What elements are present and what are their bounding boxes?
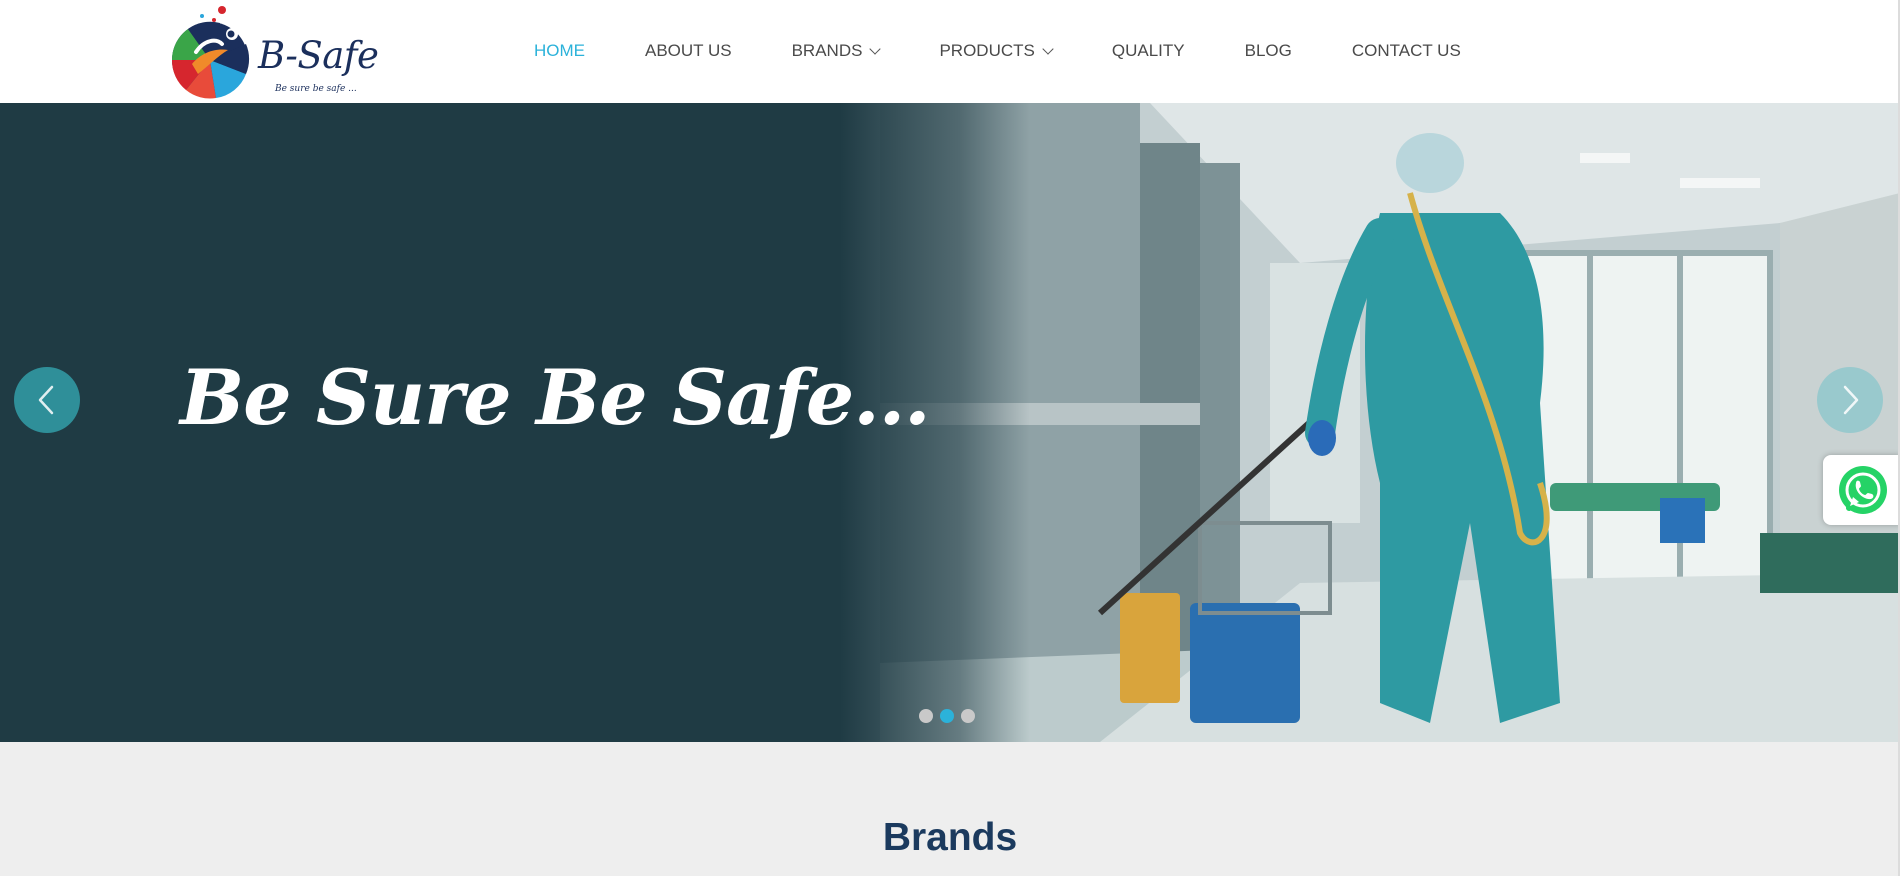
- nav-item-about-us[interactable]: ABOUT US: [645, 41, 732, 61]
- slider-dots: [919, 709, 982, 723]
- nav-item-brands[interactable]: BRANDS: [791, 41, 882, 61]
- slider-dot[interactable]: [961, 709, 975, 723]
- nav-item-label: BRANDS: [791, 41, 863, 60]
- chevron-down-icon: [1042, 42, 1054, 55]
- nav-item-blog[interactable]: BLOG: [1245, 41, 1292, 61]
- logo-wordmark: B-Safe: [258, 34, 379, 77]
- slider-prev-button[interactable]: [14, 367, 80, 433]
- nav-item-label: ABOUT US: [645, 41, 732, 60]
- nav-item-label: PRODUCTS: [939, 41, 1035, 60]
- nav-item-quality[interactable]: QUALITY: [1112, 41, 1185, 61]
- slider-dot[interactable]: [919, 709, 933, 723]
- slider-dot-active[interactable]: [940, 709, 954, 723]
- nav-item-home[interactable]: HOME: [534, 41, 585, 61]
- chevron-left-icon: [38, 385, 54, 415]
- nav-item-label: CONTACT US: [1351, 41, 1461, 60]
- nav-item-label: BLOG: [1244, 41, 1292, 60]
- hero-slider: Be Sure Be Safe...: [0, 103, 1900, 742]
- chevron-right-icon: [1843, 385, 1859, 415]
- main-nav: HOME ABOUT US BRANDS PRODUCTS QUALITY BL…: [534, 40, 1461, 62]
- chevron-down-icon: [869, 42, 882, 55]
- whatsapp-icon: [1839, 466, 1887, 514]
- brands-section: Brands: [0, 742, 1900, 876]
- whatsapp-button[interactable]: [1823, 455, 1900, 525]
- nav-item-products[interactable]: PRODUCTS: [939, 41, 1054, 61]
- bsafe-logo-icon: [171, 6, 250, 99]
- logo[interactable]: B-Safe Be sure be safe ...: [168, 4, 379, 100]
- slider-next-button[interactable]: [1817, 367, 1883, 433]
- site-header: B-Safe Be sure be safe ... HOME ABOUT US…: [0, 0, 1900, 103]
- section-title: Brands: [882, 816, 1018, 859]
- nav-item-label: HOME: [534, 41, 585, 60]
- hero-headline: Be Sure Be Safe...: [180, 353, 931, 442]
- nav-item-label: QUALITY: [1111, 41, 1185, 60]
- nav-item-contact-us[interactable]: CONTACT US: [1352, 41, 1461, 61]
- logo-tagline: Be sure be safe ...: [275, 84, 357, 94]
